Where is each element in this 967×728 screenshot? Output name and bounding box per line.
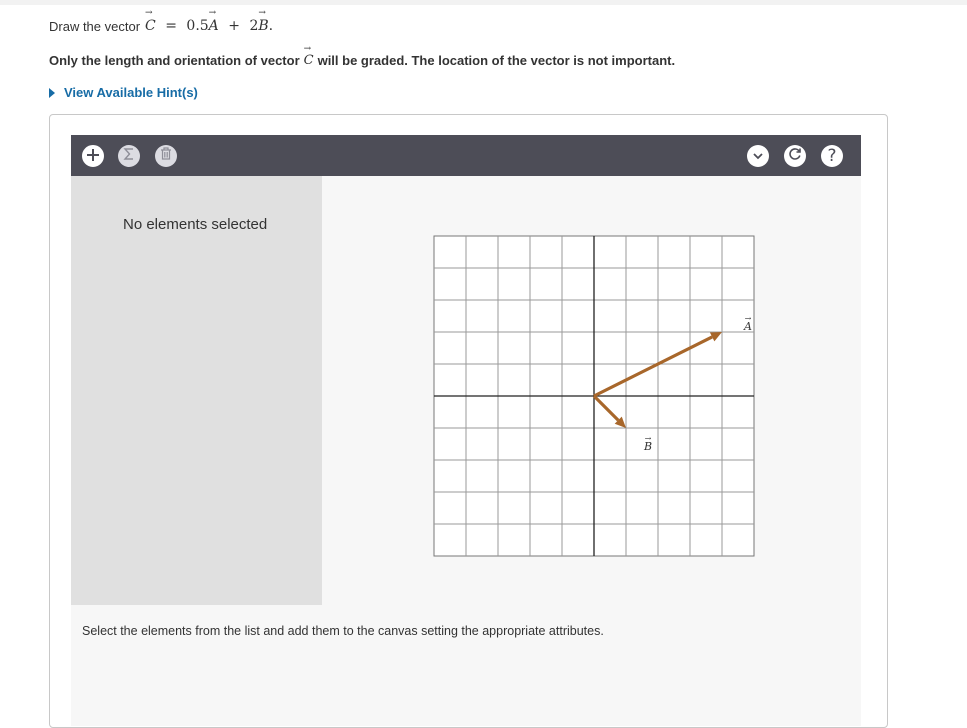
reset-icon (788, 147, 802, 166)
vec-a: A (209, 8, 219, 34)
drawing-toolbar: ? (71, 135, 861, 176)
sigma-button[interactable] (118, 145, 140, 167)
view-hints-link[interactable]: View Available Hint(s) (49, 85, 198, 100)
eq-end: . (268, 18, 274, 34)
sigma-icon (123, 147, 135, 165)
trash-icon (160, 147, 172, 165)
eq-coef-a: 0.5 (186, 18, 209, 34)
options-dropdown-button[interactable] (747, 145, 769, 167)
vec-c: C (145, 8, 156, 34)
plus-icon (86, 146, 100, 166)
delete-button[interactable] (155, 145, 177, 167)
note-before: Only the length and orientation of vecto… (49, 53, 300, 68)
add-element-button[interactable] (82, 145, 104, 167)
top-strip (0, 0, 967, 5)
expand-triangle-icon (49, 87, 55, 98)
vector-a-label: A (743, 320, 752, 333)
eq-plus: + (228, 18, 240, 34)
prompt-text: Draw the vector (49, 18, 141, 34)
vec-b: B (258, 8, 268, 34)
note-vector: C (304, 44, 314, 68)
canvas-instructions: Select the elements from the list and ad… (82, 624, 604, 638)
vector-grid-canvas[interactable]: →A→B (433, 235, 755, 557)
help-button[interactable]: ? (821, 145, 843, 167)
element-list-panel (71, 176, 322, 605)
problem-prompt: Draw the vector C = 0.5A + 2B. (49, 8, 274, 34)
vector-equation: C = 0.5A + 2B. (145, 8, 274, 34)
hint-label: View Available Hint(s) (64, 85, 198, 100)
no-selection-text: No elements selected (123, 216, 268, 233)
eq-equals: = (165, 18, 177, 34)
grading-note: Only the length and orientation of vecto… (49, 44, 676, 68)
reset-button[interactable] (784, 145, 806, 167)
note-after: will be graded. The location of the vect… (317, 53, 676, 68)
help-icon: ? (827, 146, 837, 166)
vector-b-label: B (643, 440, 652, 453)
chevron-down-icon (753, 147, 763, 165)
